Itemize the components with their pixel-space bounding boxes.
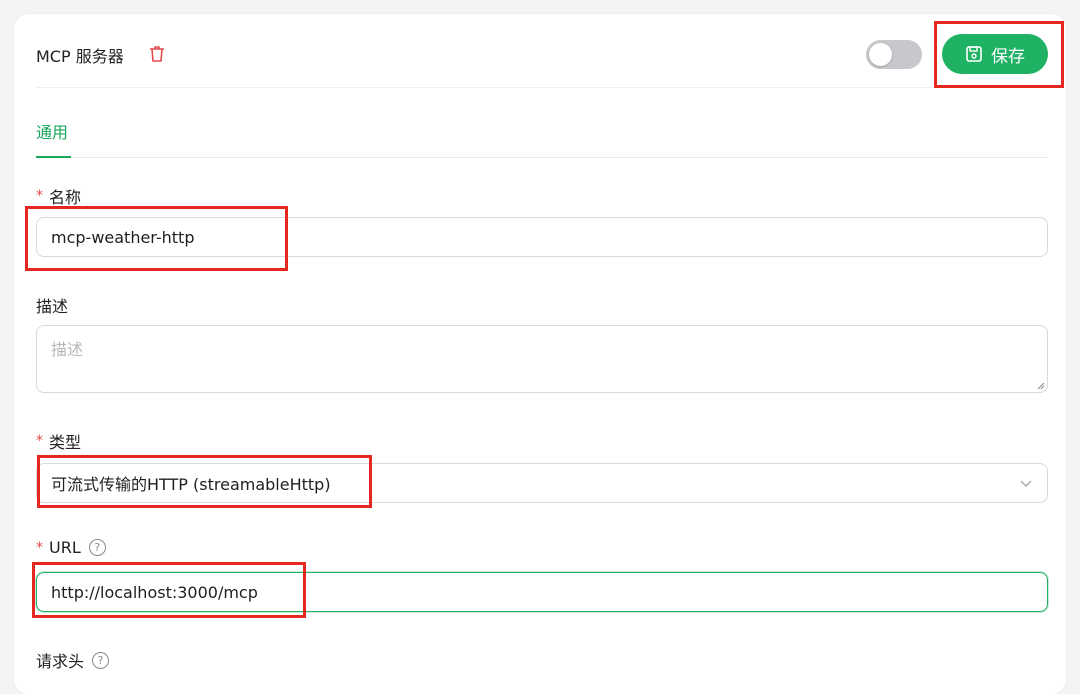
description-label: 描述 [36, 293, 68, 317]
mcp-server-card: MCP 服务器 保存 通用 * 名称 mcp-weather-http 描述 描… [14, 14, 1066, 694]
save-label: 保存 [991, 46, 1025, 67]
help-icon[interactable]: ? [92, 651, 110, 669]
url-label: * URL ? [36, 538, 106, 557]
required-marker: * [36, 539, 43, 556]
tab-general[interactable]: 通用 [36, 119, 68, 143]
required-marker: * [36, 188, 43, 204]
type-label: * 类型 [36, 429, 81, 453]
save-icon [966, 46, 982, 62]
name-label: * 名称 [36, 184, 81, 208]
name-input[interactable]: mcp-weather-http [36, 217, 1048, 257]
toggle-knob [869, 43, 892, 66]
chevron-down-icon [1020, 480, 1032, 487]
enable-toggle[interactable] [866, 40, 922, 69]
help-icon[interactable]: ? [88, 539, 106, 556]
page-title: MCP 服务器 [36, 47, 124, 66]
name-label-text: 名称 [49, 188, 82, 207]
card-header: MCP 服务器 保存 [14, 14, 1066, 88]
type-value: 可流式传输的HTTP (streamableHttp) [51, 475, 331, 494]
type-label-text: 类型 [49, 433, 82, 452]
save-button[interactable]: 保存 [942, 34, 1048, 74]
url-label-text: URL [49, 538, 81, 557]
tab-divider [36, 157, 1048, 158]
type-select[interactable]: 可流式传输的HTTP (streamableHttp) [36, 463, 1048, 503]
tab-active-indicator [36, 156, 71, 158]
header-divider [36, 87, 1048, 88]
trash-icon[interactable] [148, 44, 166, 64]
resize-handle-icon[interactable] [1035, 380, 1045, 390]
description-placeholder: 描述 [51, 340, 84, 359]
headers-label-text: 请求头 [36, 652, 85, 671]
name-value: mcp-weather-http [51, 227, 195, 247]
required-marker: * [36, 433, 43, 449]
description-textarea[interactable]: 描述 [36, 325, 1048, 393]
url-input[interactable]: http://localhost:3000/mcp [36, 572, 1048, 612]
url-value: http://localhost:3000/mcp [51, 582, 258, 602]
headers-label: 请求头 ? [36, 648, 110, 672]
description-label-text: 描述 [36, 297, 69, 316]
